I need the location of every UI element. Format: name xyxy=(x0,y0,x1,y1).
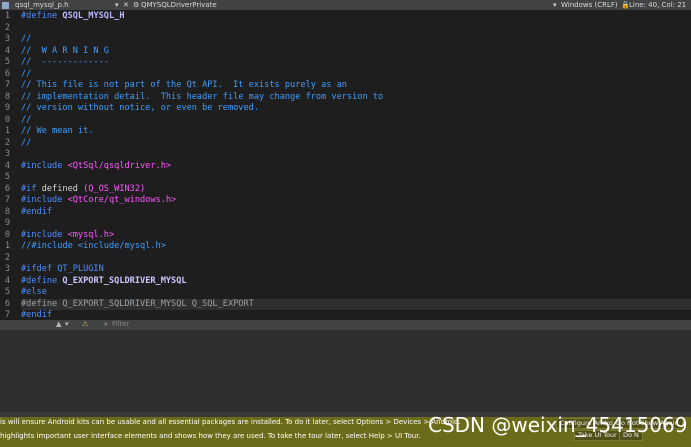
line-number: 5 xyxy=(4,172,10,182)
line-number: 0 xyxy=(4,114,10,125)
code-line[interactable]: // W A R N I N G xyxy=(21,46,691,58)
code-line[interactable]: // version without notice, or even be re… xyxy=(21,103,691,115)
dropdown-icon[interactable]: ▾ xyxy=(553,1,561,9)
code-line[interactable]: //#include <include/mysql.h> xyxy=(21,241,691,253)
line-number: 3 xyxy=(4,149,10,159)
code-line[interactable]: // xyxy=(21,69,691,81)
line-number: 0 xyxy=(4,229,10,240)
line-number: 3 xyxy=(4,264,10,274)
macro-name: QSQL_MYSQL_H xyxy=(62,11,125,21)
tab-dropdown-icon[interactable]: ▾ xyxy=(115,1,123,9)
editor-toolbar: qsql_mysql_p.h ▾ ✕ ⚙ QMYSQLDriverPrivate… xyxy=(0,0,691,10)
code-line[interactable]: #include <QtSql/qsqldriver.h> xyxy=(21,161,691,173)
line-number: 6 xyxy=(4,68,10,79)
csdn-watermark: CSDN @weixin_45415069 xyxy=(428,413,688,437)
current-code-line[interactable]: #define Q_EXPORT_SQLDRIVER_MYSQL Q_SQL_E… xyxy=(21,298,691,310)
code-line[interactable]: #endif xyxy=(21,310,691,320)
line-number: 3 xyxy=(4,34,10,44)
search-icon: ⌕ xyxy=(104,320,108,328)
line-number: 9 xyxy=(4,218,10,228)
output-filter-bar: ▲ ▾ ⚠ ⌕ Filter xyxy=(0,320,691,330)
code-line[interactable]: // implementation detail. This header fi… xyxy=(21,92,691,104)
line-number: 6 xyxy=(4,183,10,194)
ui-tour-message: highlights important user interface elem… xyxy=(0,432,421,440)
code-line[interactable]: // xyxy=(21,34,691,46)
cursor-position[interactable]: Line: 40, Col: 21 xyxy=(629,1,686,9)
code-line[interactable]: #endif xyxy=(21,207,691,219)
code-editor[interactable]: 1 2 3 4 5 6 7 8 9 0 1 2 3 4 5 6 7 8 9 0 … xyxy=(0,10,691,320)
filter-input[interactable]: Filter xyxy=(112,320,129,328)
symbol-selector[interactable]: QMYSQLDriverPrivate xyxy=(141,1,553,9)
line-number: 7 xyxy=(4,310,10,320)
code-line[interactable]: // This file is not part of the Qt API. … xyxy=(21,80,691,92)
code-line[interactable]: // xyxy=(21,138,691,150)
code-line[interactable]: #include <mysql.h> xyxy=(21,230,691,242)
lock-icon: 🔒 xyxy=(621,1,630,9)
output-panel xyxy=(0,330,691,412)
symbol-icon: ⚙ xyxy=(133,1,140,9)
code-line[interactable]: #include <QtCore/qt_windows.h> xyxy=(21,195,691,207)
line-number: 9 xyxy=(4,103,10,113)
line-number-gutter: 1 2 3 4 5 6 7 8 9 0 1 2 3 4 5 6 7 8 9 0 … xyxy=(0,10,18,320)
code-line[interactable]: #else xyxy=(21,287,691,299)
line-number: 1 xyxy=(4,11,10,21)
line-number: 1 xyxy=(4,126,10,136)
android-setup-message: is will ensure Android kits can be usabl… xyxy=(0,418,461,426)
line-number: 1 xyxy=(4,241,10,251)
arrow-down-icon[interactable]: ▾ xyxy=(65,320,69,328)
code-line[interactable]: // ------------- xyxy=(21,57,691,69)
line-number: 8 xyxy=(4,206,10,217)
code-line[interactable]: #if defined (Q_OS_WIN32) xyxy=(21,184,691,196)
code-line[interactable]: // xyxy=(21,115,691,127)
line-number: 4 xyxy=(4,45,10,56)
code-line[interactable]: #define Q_EXPORT_SQLDRIVER_MYSQL xyxy=(21,276,691,288)
file-icon xyxy=(2,1,9,9)
line-number: 7 xyxy=(4,195,10,205)
line-number: 2 xyxy=(4,22,10,33)
arrow-up-icon[interactable]: ▲ xyxy=(56,320,61,328)
close-icon[interactable]: ✕ xyxy=(123,1,133,9)
code-line[interactable]: // We mean it. xyxy=(21,126,691,138)
line-number: 2 xyxy=(4,137,10,148)
line-number: 6 xyxy=(4,298,10,309)
line-number: 4 xyxy=(4,275,10,286)
line-number: 5 xyxy=(4,287,10,297)
line-number: 2 xyxy=(4,252,10,263)
line-number: 5 xyxy=(4,57,10,67)
line-number: 8 xyxy=(4,91,10,102)
code-line[interactable]: #define QSQL_MYSQL_H xyxy=(21,11,691,23)
line-number: 4 xyxy=(4,160,10,171)
warning-icon[interactable]: ⚠ xyxy=(82,320,88,328)
line-ending-selector[interactable]: Windows (CRLF) xyxy=(561,1,621,9)
file-tab[interactable]: qsql_mysql_p.h xyxy=(15,1,115,9)
code-line[interactable]: #ifdef QT_PLUGIN xyxy=(21,264,691,276)
line-number: 7 xyxy=(4,80,10,90)
